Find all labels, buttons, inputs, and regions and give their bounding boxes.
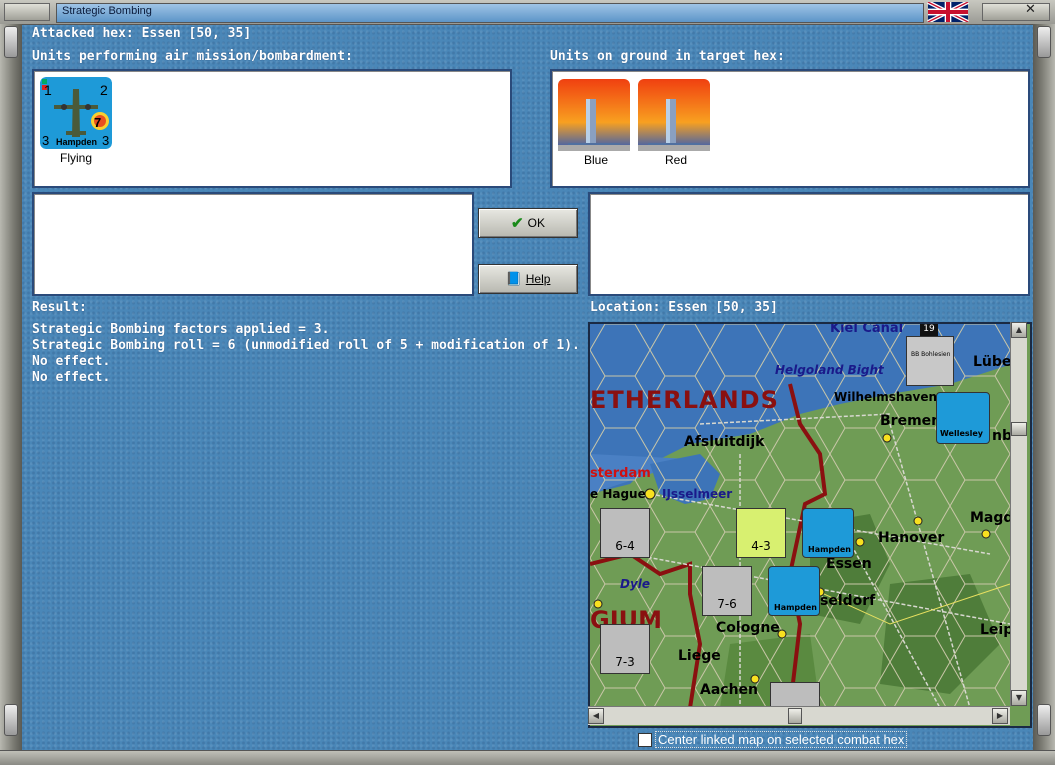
- unit-air-factor: 1: [44, 82, 52, 98]
- location-map[interactable]: Kiel Canal Helgoland Bight Wilhelmshaven…: [588, 322, 1032, 728]
- unit-name: Hampden: [56, 137, 98, 147]
- map-label-netherlands: ETHERLANDS: [590, 386, 779, 414]
- counter-label: Wellesley: [940, 429, 984, 438]
- counter-value: 7-6: [717, 597, 737, 611]
- map-label-leip: Leip: [980, 622, 1014, 638]
- title-bar: Strategic Bombing ✕: [0, 0, 1055, 25]
- result-line: No effect.: [32, 354, 111, 369]
- map-counter-battleship[interactable]: BB Bohlesien: [906, 336, 954, 386]
- counter-label: Hampden: [774, 603, 818, 612]
- help-button[interactable]: 📘 Help: [478, 264, 578, 294]
- counter-value: 4-3: [751, 539, 771, 553]
- scroll-thumb[interactable]: [788, 708, 802, 724]
- ground-unit-status: Red: [664, 153, 687, 167]
- map-label-kiel: Kiel Canal: [830, 322, 904, 336]
- center-map-checkbox[interactable]: [638, 733, 652, 747]
- map-counter-infantry[interactable]: 7-3: [600, 624, 650, 674]
- air-details-panel: [32, 192, 474, 296]
- ground-unit-red[interactable]: Red: [638, 79, 714, 167]
- help-button-label: Help: [525, 272, 551, 286]
- right-frame: [1033, 24, 1055, 752]
- map-label-helgoland: Helgoland Bight: [775, 363, 884, 377]
- map-label-wilhelmshaven: Wilhelmshaven: [834, 390, 938, 404]
- map-counter-armor[interactable]: 7-6: [702, 566, 752, 616]
- counter-value: 6-4: [615, 539, 635, 553]
- map-label-afsluitdijk: Afsluitdijk: [684, 434, 765, 450]
- result-header: Result:: [32, 300, 87, 315]
- title-well: [56, 3, 924, 23]
- ok-button-label: OK: [527, 216, 545, 230]
- ground-units-panel: Blue Red: [550, 69, 1030, 188]
- map-label-magd: Magd: [970, 510, 1014, 526]
- scroll-up-icon[interactable]: ▲: [1011, 322, 1027, 338]
- map-label-amsterdam: sterdam: [590, 466, 651, 481]
- map-label-dyle: Dyle: [620, 577, 651, 591]
- language-flag-icon[interactable]: [926, 2, 970, 22]
- map-counter-hampden[interactable]: Hampden: [802, 508, 854, 558]
- map-counter-mech[interactable]: 4-3: [736, 508, 786, 558]
- map-label-lubeck: Lübe: [973, 354, 1012, 370]
- window-controls: [982, 3, 1050, 21]
- result-line: Strategic Bombing factors applied = 3.: [32, 322, 330, 337]
- map-horizontal-scrollbar[interactable]: ◀ ▶: [588, 706, 1010, 725]
- air-units-panel: 1 2 7 3 Hampden 3 Flying: [32, 69, 512, 188]
- help-book-icon: 📘: [505, 271, 522, 286]
- map-label-essen: Essen: [826, 556, 872, 572]
- map-label-dusseldorf: seldorf: [820, 593, 876, 609]
- scroll-thumb[interactable]: [1011, 422, 1027, 436]
- air-units-header: Units performing air mission/bombardment…: [32, 49, 353, 64]
- frame-knob-icon: [4, 704, 18, 736]
- ground-unit-blue[interactable]: Blue: [558, 79, 634, 167]
- attacked-hex-label: Attacked hex: Essen [50, 35]: [32, 26, 252, 41]
- unit-bottom-left: 3: [42, 133, 50, 148]
- ground-details-panel: [588, 192, 1030, 296]
- map-label-aachen: Aachen: [700, 682, 759, 698]
- ground-unit-status: Blue: [583, 153, 609, 167]
- factory-counter-icon: [638, 79, 710, 151]
- counter-label: Hampden: [808, 545, 852, 554]
- map-label-liege: Liege: [678, 648, 721, 664]
- bottom-frame: [0, 750, 1055, 765]
- center-map-checkbox-label[interactable]: Center linked map on selected combat hex: [655, 731, 908, 748]
- unit-bottom-right: 3: [102, 133, 110, 148]
- window-menu-button[interactable]: [4, 3, 50, 21]
- map-label-hague: e Hague: [590, 487, 646, 501]
- map-counter-wellesley[interactable]: Wellesley: [936, 392, 990, 444]
- ok-button[interactable]: ✔ OK: [478, 208, 578, 238]
- map-counter-hampden-2[interactable]: Hampden: [768, 566, 820, 616]
- frame-knob-icon: [1037, 26, 1051, 58]
- factory-counter-icon: [558, 79, 630, 151]
- checkmark-icon: ✔: [511, 215, 524, 232]
- left-frame: [0, 24, 22, 752]
- frame-knob-icon: [1037, 704, 1051, 736]
- air-unit-hampden[interactable]: 1 2 7 3 Hampden 3 Flying: [38, 77, 114, 165]
- result-line: No effect.: [32, 370, 111, 385]
- map-counter-corps[interactable]: 6-4: [600, 508, 650, 558]
- scroll-right-icon[interactable]: ▶: [992, 708, 1008, 724]
- window-title: Strategic Bombing: [62, 5, 152, 17]
- scroll-left-icon[interactable]: ◀: [588, 708, 604, 724]
- map-label-ijsselmeer: IJsselmeer: [662, 487, 733, 501]
- map-label-hamb: nb: [992, 428, 1012, 444]
- frame-knob-icon: [4, 26, 18, 58]
- map-label-bremen: Bremen: [880, 413, 942, 429]
- close-icon[interactable]: ✕: [1025, 2, 1036, 17]
- map-label-cologne: Cologne: [716, 620, 780, 636]
- result-line: Strategic Bombing roll = 6 (unmodified r…: [32, 338, 580, 353]
- scroll-down-icon[interactable]: ▼: [1011, 690, 1027, 706]
- unit-range: 2: [100, 82, 108, 98]
- map-label-hanover: Hanover: [878, 530, 945, 546]
- unit-badge: 7: [94, 115, 102, 130]
- counter-value: 7-3: [615, 655, 635, 669]
- map-vertical-scrollbar[interactable]: ▲ ▼: [1010, 322, 1027, 706]
- unit-status: Flying: [59, 151, 92, 165]
- counter-label: BB Bohlesien: [911, 351, 951, 358]
- location-header: Location: Essen [50, 35]: [590, 300, 778, 315]
- ground-units-header: Units on ground in target hex:: [550, 49, 785, 64]
- stack-count-badge: 19: [920, 324, 938, 336]
